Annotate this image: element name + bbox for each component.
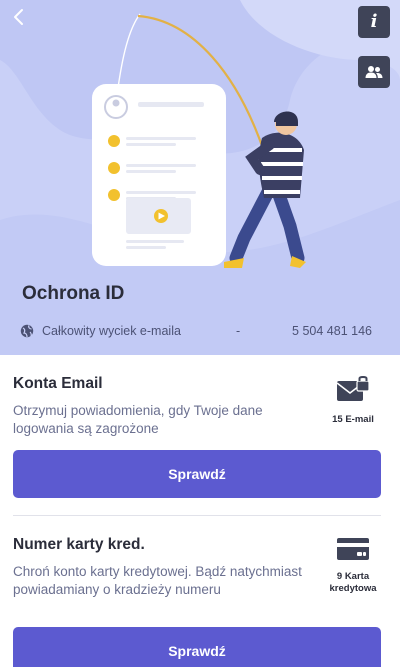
page-title: Ochrona ID: [22, 283, 125, 304]
badge-caption: 9 Karta kredytowa: [329, 571, 377, 594]
phishing-illustration: [92, 13, 306, 268]
section-description: Chroń konto karty kredytowej. Bądź natyc…: [13, 564, 302, 597]
chevron-left-icon: [14, 9, 23, 25]
section-description: Otrzymuj powiadomienia, gdy Twoje dane l…: [13, 403, 263, 436]
check-card-button[interactable]: Sprawdź: [13, 627, 381, 667]
globe-icon: [20, 324, 34, 338]
badge-caption: 15 E-mail: [332, 414, 374, 425]
hero-banner: i Ochrona ID Całkowity wyciek e-maila - …: [0, 0, 400, 355]
family-button[interactable]: [358, 56, 390, 88]
section-divider: [13, 515, 381, 516]
breach-count: 5 504 481 146: [292, 324, 372, 338]
check-email-button[interactable]: Sprawdź: [13, 450, 381, 498]
envelope-lock-icon: [336, 376, 370, 401]
email-accounts-section: Konta Email Otrzymuj powiadomienia, gdy …: [13, 375, 381, 437]
credit-card-icon: [337, 538, 369, 560]
info-button[interactable]: i: [358, 6, 390, 38]
breach-label: Całkowity wyciek e-maila: [42, 324, 181, 338]
breach-stat-row: Całkowity wyciek e-maila - 5 504 481 146: [20, 322, 372, 340]
email-count-badge: 15 E-mail: [325, 375, 381, 426]
credit-card-section: Numer karty kred. Chroń konto karty kred…: [13, 536, 381, 598]
thief-figure: [224, 111, 306, 268]
card-count-badge: 9 Karta kredytowa: [325, 536, 381, 595]
back-button[interactable]: [6, 4, 32, 30]
breach-separator: -: [236, 324, 241, 338]
info-icon: i: [370, 11, 378, 32]
people-icon: [365, 66, 383, 78]
